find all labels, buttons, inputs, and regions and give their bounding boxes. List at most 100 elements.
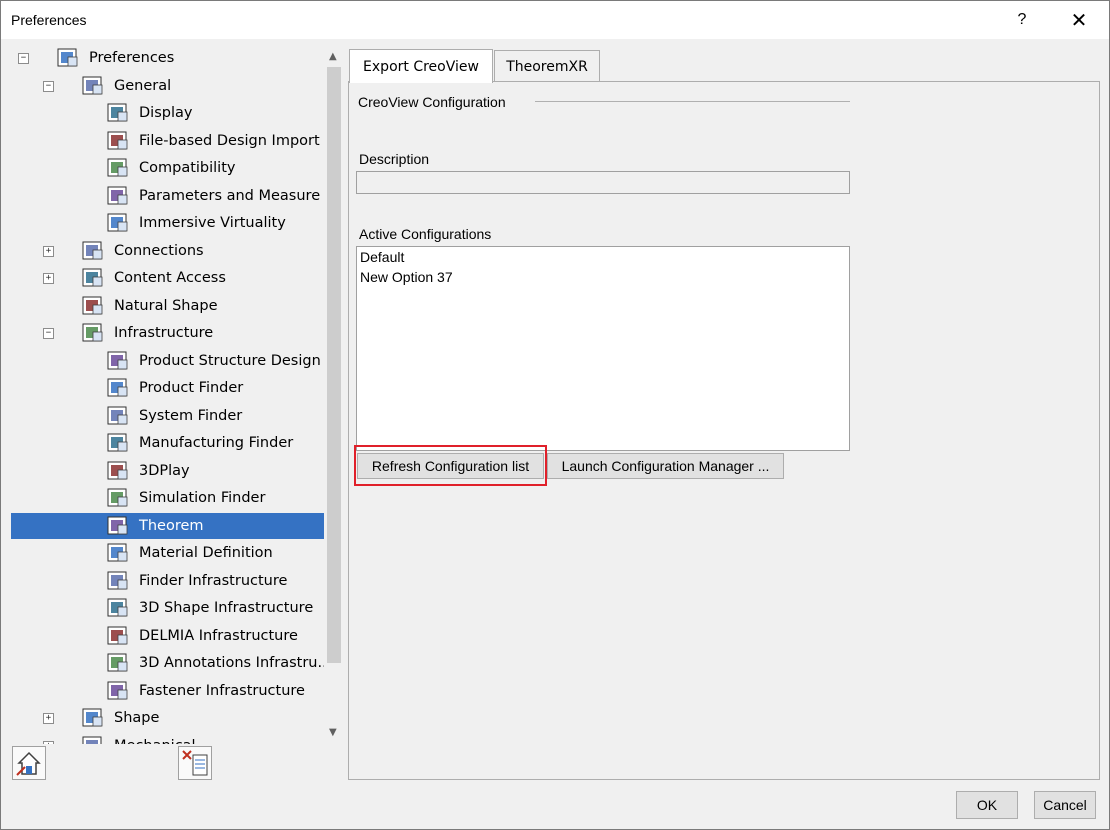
finder-infra-icon bbox=[105, 569, 131, 593]
tree-item-label: Fastener Infrastructure bbox=[139, 682, 305, 699]
tree-item[interactable]: Preferences bbox=[55, 47, 174, 71]
tree-item-label: Immersive Virtuality bbox=[139, 215, 286, 231]
general-icon bbox=[80, 74, 106, 98]
annotations-icon bbox=[105, 651, 131, 675]
tree-item[interactable]: Product Structure Design bbox=[105, 348, 321, 374]
title-bar: Preferences ? ✕ bbox=[1, 1, 1109, 39]
tree-item[interactable]: System Finder bbox=[105, 403, 242, 429]
tree-item[interactable]: Compatibility bbox=[105, 155, 235, 181]
tree-item[interactable]: Display bbox=[105, 100, 192, 126]
tree-item-label: DELMIA Infrastructure bbox=[139, 627, 298, 644]
theorem-icon bbox=[105, 514, 131, 538]
tree-item[interactable]: Mechanical bbox=[80, 733, 196, 745]
tree-item-label: Product Structure Design bbox=[139, 352, 321, 369]
tree-toggle[interactable]: − bbox=[18, 53, 29, 64]
preferences-icon bbox=[55, 47, 81, 70]
group-title: CreoView Configuration bbox=[358, 94, 506, 110]
active-configurations-label: Active Configurations bbox=[359, 226, 492, 242]
close-button[interactable]: ✕ bbox=[1056, 1, 1102, 39]
tree-item-label: Material Definition bbox=[139, 545, 273, 561]
cancel-button[interactable]: Cancel bbox=[1034, 791, 1096, 819]
tree-item-label: Simulation Finder bbox=[139, 490, 266, 506]
preferences-tree[interactable]: − Preferences − General Display File-based De… bbox=[11, 47, 324, 744]
tab-label: TheoremXR bbox=[506, 58, 588, 75]
tree-item-label: Parameters and Measure bbox=[139, 187, 321, 204]
tree-item[interactable]: Product Finder bbox=[105, 375, 243, 401]
tree-item-label: Infrastructure bbox=[114, 325, 214, 341]
product-structure-icon bbox=[105, 349, 131, 373]
tree-item-label: 3D Annotations Infrastru... bbox=[139, 655, 324, 671]
natural-shape-icon bbox=[80, 294, 106, 318]
tree-item-label: Display bbox=[139, 105, 193, 121]
settings-export-icon[interactable] bbox=[178, 746, 212, 780]
tab-theoremxr[interactable]: TheoremXR bbox=[494, 50, 600, 82]
material-icon bbox=[105, 541, 131, 565]
tree-item[interactable]: Finder Infrastructure bbox=[105, 568, 287, 594]
fastener-icon bbox=[105, 679, 131, 703]
compatibility-icon bbox=[105, 156, 131, 180]
tree-item[interactable]: Infrastructure bbox=[80, 320, 213, 346]
list-item[interactable]: Default bbox=[357, 247, 849, 267]
system-finder-icon bbox=[105, 404, 131, 428]
display-icon bbox=[105, 101, 131, 125]
ok-button[interactable]: OK bbox=[956, 791, 1018, 819]
tree-item[interactable]: File-based Design Import bbox=[105, 128, 320, 154]
list-item[interactable]: New Option 37 bbox=[357, 267, 849, 287]
3d-shape-icon bbox=[105, 596, 131, 620]
description-field[interactable] bbox=[356, 171, 850, 194]
tree-toggle[interactable]: − bbox=[43, 80, 54, 92]
configurations-list[interactable]: Default New Option 37 bbox=[356, 246, 850, 451]
tree-item-label: File-based Design Import bbox=[139, 132, 320, 149]
tree-item[interactable]: Natural Shape bbox=[80, 293, 218, 319]
tree-item-label: Mechanical bbox=[114, 738, 196, 745]
tree-item-label: Content Access bbox=[114, 270, 226, 286]
tree-item[interactable]: DELMIA Infrastructure bbox=[105, 623, 298, 649]
tree-item-label: Shape bbox=[114, 710, 160, 726]
tree-item[interactable]: Parameters and Measure bbox=[105, 183, 320, 209]
tree-item-label: Manufacturing Finder bbox=[139, 435, 294, 451]
tree-toggle[interactable]: + bbox=[43, 740, 54, 744]
highlight-box bbox=[354, 445, 547, 486]
tree-item[interactable]: Fastener Infrastructure bbox=[105, 678, 305, 704]
tree-toggle[interactable]: + bbox=[43, 273, 54, 284]
tree-toggle[interactable]: + bbox=[43, 713, 54, 724]
tree-item[interactable]: 3D Shape Infrastructure bbox=[105, 595, 313, 621]
tree-item[interactable]: Material Definition bbox=[105, 540, 273, 566]
infrastructure-icon bbox=[80, 321, 106, 345]
tree-item-label: Product Finder bbox=[139, 380, 244, 396]
scroll-down-icon[interactable]: ▼ bbox=[329, 727, 337, 738]
scrollbar-thumb[interactable] bbox=[327, 67, 341, 663]
tree-item[interactable]: Shape bbox=[80, 705, 159, 731]
tree-scrollbar[interactable]: ▲ ▼ bbox=[324, 47, 344, 744]
tree-item-label: Connections bbox=[114, 242, 204, 259]
tree-item-label: Compatibility bbox=[139, 160, 236, 176]
tab-label: Export CreoView bbox=[363, 58, 479, 75]
tree-toggle[interactable]: + bbox=[43, 245, 54, 257]
tree-item-label: 3D Shape Infrastructure bbox=[139, 600, 314, 616]
tree-item[interactable]: General bbox=[80, 73, 171, 99]
tree-toggle[interactable]: − bbox=[43, 328, 54, 339]
connections-icon bbox=[80, 239, 106, 263]
tree-item[interactable]: Manufacturing Finder bbox=[105, 430, 293, 456]
tree-item[interactable]: Theorem bbox=[11, 512, 324, 539]
description-label: Description bbox=[359, 151, 430, 167]
tree-item[interactable]: 3D Annotations Infrastru... bbox=[105, 650, 324, 676]
tree-item[interactable]: Content Access bbox=[80, 265, 226, 291]
scroll-up-icon[interactable]: ▲ bbox=[329, 51, 337, 62]
tree-item[interactable]: Immersive Virtuality bbox=[105, 210, 286, 236]
tree-item[interactable]: 3DPlay bbox=[105, 458, 190, 484]
tab-export-creoview[interactable]: Export CreoView bbox=[349, 49, 493, 83]
delmia-icon bbox=[105, 624, 131, 648]
help-button[interactable]: ? bbox=[999, 1, 1045, 39]
3dplay-icon bbox=[105, 459, 131, 483]
tree-item[interactable]: Simulation Finder bbox=[105, 485, 265, 511]
launch-configuration-manager-button[interactable]: Launch Configuration Manager ... bbox=[547, 453, 784, 479]
immersive-icon bbox=[105, 211, 131, 235]
tree-item[interactable]: Connections bbox=[80, 238, 204, 264]
file-import-icon bbox=[105, 129, 131, 153]
home-icon[interactable] bbox=[12, 746, 46, 780]
tree-item-label: Natural Shape bbox=[114, 297, 218, 314]
tree-item-label: Preferences bbox=[89, 50, 175, 66]
tree-item-label: General bbox=[114, 77, 172, 94]
content-access-icon bbox=[80, 266, 106, 290]
